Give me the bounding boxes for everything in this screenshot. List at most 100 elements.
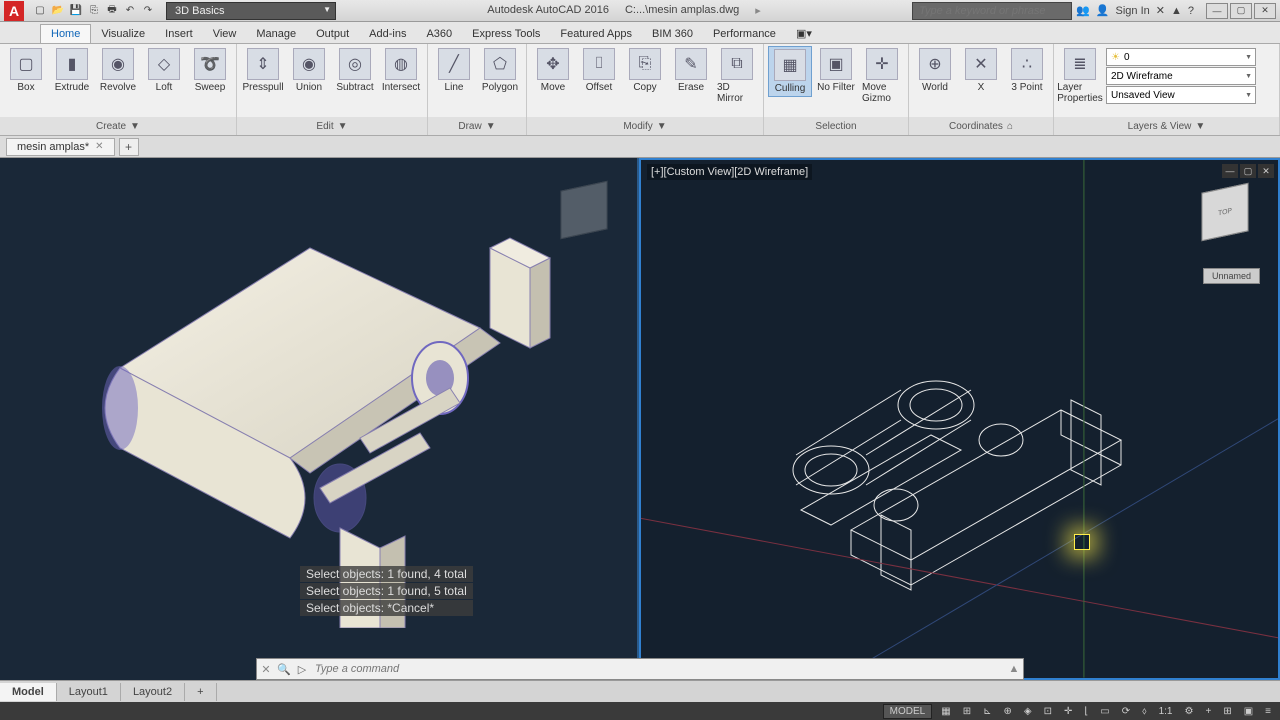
loft-button[interactable]: ◇Loft [142, 46, 186, 95]
tab-a360[interactable]: A360 [416, 25, 462, 43]
union-button[interactable]: ◉Union [287, 46, 331, 95]
qat-save-icon[interactable]: 💾 [68, 3, 84, 19]
file-tabs: mesin amplas*✕ + [0, 136, 1280, 158]
layerprops-button[interactable]: ≣Layer Properties [1058, 46, 1102, 106]
qat-undo-icon[interactable]: ↶ [122, 3, 138, 19]
status-ortho-icon[interactable]: ⊾ [980, 706, 994, 717]
box-button[interactable]: ▢Box [4, 46, 48, 95]
cmdline-recent-icon[interactable]: 🔍 [275, 663, 293, 676]
close-icon[interactable]: ✕ [95, 141, 103, 152]
cmdline-expand-icon[interactable]: ▲ [1005, 663, 1023, 675]
layout-model[interactable]: Model [0, 683, 57, 701]
tab-addins[interactable]: Add-ins [359, 25, 416, 43]
nofilter-button[interactable]: ▣No Filter [814, 46, 858, 95]
viewport-left[interactable]: Select objects: 1 found, 4 total Select … [0, 158, 639, 680]
copy-button[interactable]: ⎘Copy [623, 46, 667, 95]
sweep-button[interactable]: ➰Sweep [188, 46, 232, 95]
vp-close-icon[interactable]: ✕ [1258, 164, 1274, 178]
signin-label[interactable]: Sign In [1116, 5, 1150, 17]
viewcube-right[interactable]: TOP [1190, 180, 1260, 250]
cmdline-close-icon[interactable]: ✕ [257, 663, 275, 676]
vp-max-icon[interactable]: ▢ [1240, 164, 1256, 178]
layout-add[interactable]: + [185, 683, 216, 701]
infocenter-icon[interactable]: 👥 [1076, 4, 1090, 17]
qat-new-icon[interactable]: ▢ [32, 3, 48, 19]
vp-min-icon[interactable]: — [1222, 164, 1238, 178]
tab-home[interactable]: Home [40, 24, 91, 43]
tab-view[interactable]: View [203, 25, 247, 43]
line-button[interactable]: ╱Line [432, 46, 476, 95]
viewport-right[interactable]: [+][Custom View][2D Wireframe] — ▢ ✕ TOP… [639, 158, 1280, 680]
status-3dosnap-icon[interactable]: ✛ [1061, 706, 1075, 717]
tab-featured[interactable]: Featured Apps [550, 25, 642, 43]
mirror3d-button[interactable]: ⧉3D Mirror [715, 46, 759, 106]
qat-redo-icon[interactable]: ↷ [140, 3, 156, 19]
status-custom-icon[interactable]: ≡ [1262, 706, 1274, 717]
extrude-button[interactable]: ▮Extrude [50, 46, 94, 95]
polygon-button[interactable]: ⬠Polygon [478, 46, 522, 95]
status-monitor-icon[interactable]: ⊞ [1220, 706, 1234, 717]
erase-icon: ✎ [675, 48, 707, 80]
visualstyle-dropdown[interactable]: 2D Wireframe [1106, 67, 1256, 85]
move-button[interactable]: ✥Move [531, 46, 575, 95]
layout-1[interactable]: Layout1 [57, 683, 121, 701]
status-grid-icon[interactable]: ▦ [938, 706, 953, 717]
tab-collapse-icon[interactable]: ▣▾ [786, 24, 822, 43]
revolve-button[interactable]: ◉Revolve [96, 46, 140, 95]
3point-button[interactable]: ∴3 Point [1005, 46, 1049, 95]
tab-insert[interactable]: Insert [155, 25, 203, 43]
tab-visualize[interactable]: Visualize [91, 25, 155, 43]
app-title: Autodesk AutoCAD 2016 [487, 4, 609, 17]
status-plus-icon[interactable]: + [1202, 706, 1214, 717]
culling-button[interactable]: ▦Culling [768, 46, 812, 97]
a360-icon[interactable]: ▲ [1171, 5, 1182, 17]
status-scale[interactable]: 1:1 [1156, 706, 1176, 717]
subtract-button[interactable]: ◎Subtract [333, 46, 377, 95]
layer-dropdown[interactable]: ☀0 [1106, 48, 1256, 66]
exchange-icon[interactable]: ✕ [1156, 4, 1165, 17]
tab-bim360[interactable]: BIM 360 [642, 25, 703, 43]
tab-express[interactable]: Express Tools [462, 25, 550, 43]
tab-performance[interactable]: Performance [703, 25, 786, 43]
search-input[interactable] [912, 2, 1072, 20]
status-dynucs-icon[interactable]: ⌊ [1081, 706, 1091, 717]
viewport-label[interactable]: [+][Custom View][2D Wireframe] [647, 164, 812, 180]
help-icon[interactable]: ? [1188, 5, 1194, 17]
new-tab-button[interactable]: + [119, 138, 139, 156]
tab-manage[interactable]: Manage [246, 25, 306, 43]
movegizmo-button[interactable]: ✛Move Gizmo [860, 46, 904, 106]
command-input[interactable] [311, 663, 1005, 675]
status-iso-icon[interactable]: ◈ [1021, 706, 1035, 717]
presspull-button[interactable]: ⇕Presspull [241, 46, 285, 95]
viewport-area: Select objects: 1 found, 4 total Select … [0, 158, 1280, 680]
maximize-button[interactable]: ▢ [1230, 3, 1252, 19]
3point-icon: ∴ [1011, 48, 1043, 80]
layout-2[interactable]: Layout2 [121, 683, 185, 701]
status-dynamic-icon[interactable]: ▭ [1097, 706, 1112, 717]
world-button[interactable]: ⊕World [913, 46, 957, 95]
tab-output[interactable]: Output [306, 25, 359, 43]
minimize-button[interactable]: — [1206, 3, 1228, 19]
status-osnap-icon[interactable]: ⊡ [1041, 706, 1055, 717]
status-polar-icon[interactable]: ⊕ [1000, 706, 1014, 717]
qat-open-icon[interactable]: 📂 [50, 3, 66, 19]
viewcube-unnamed[interactable]: Unnamed [1203, 268, 1260, 284]
command-line[interactable]: ✕ 🔍 ▷ ▲ [256, 658, 1024, 680]
offset-button[interactable]: ⌷Offset [577, 46, 621, 95]
status-model[interactable]: MODEL [883, 704, 933, 719]
status-snap-icon[interactable]: ⊞ [960, 706, 974, 717]
qat-print-icon[interactable]: 🖶 [104, 3, 120, 19]
view-dropdown[interactable]: Unsaved View [1106, 86, 1256, 104]
qat-saveas-icon[interactable]: ⎘ [86, 3, 102, 19]
erase-button[interactable]: ✎Erase [669, 46, 713, 95]
x-button[interactable]: ✕X [959, 46, 1003, 95]
intersect-button[interactable]: ◍Intersect [379, 46, 423, 95]
close-button[interactable]: ✕ [1254, 3, 1276, 19]
status-gear-icon[interactable]: ⚙ [1182, 706, 1197, 717]
status-anno-icon[interactable]: ⬨ [1139, 706, 1150, 717]
signin-icon[interactable]: 👤 [1096, 4, 1110, 17]
workspace-dropdown[interactable]: 3D Basics [166, 2, 336, 20]
status-cycling-icon[interactable]: ⟳ [1119, 706, 1133, 717]
file-tab-active[interactable]: mesin amplas*✕ [6, 138, 115, 156]
status-max-icon[interactable]: ▣ [1241, 706, 1256, 717]
